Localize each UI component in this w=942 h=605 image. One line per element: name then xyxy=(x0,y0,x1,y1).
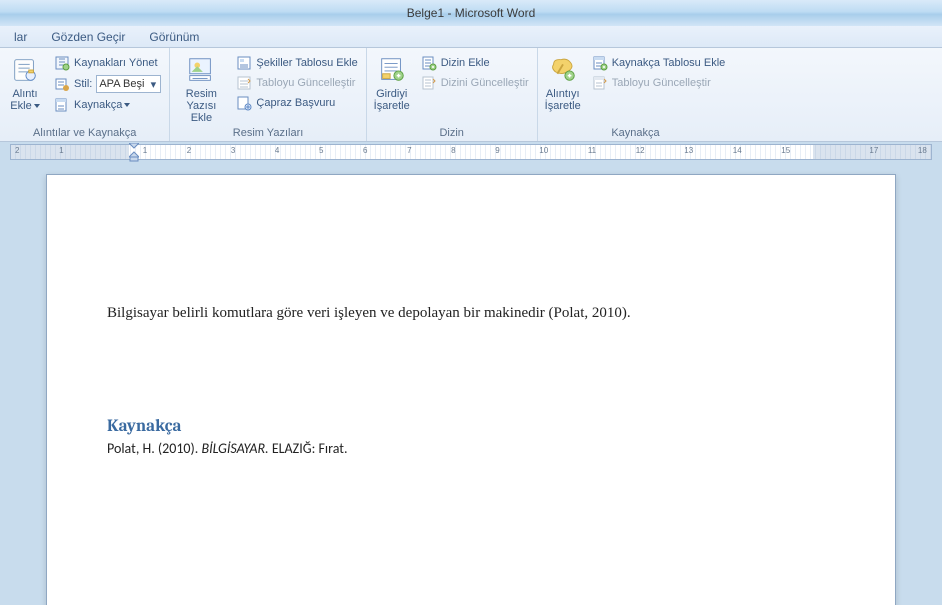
bib-author-year: Polat, H. (2010). xyxy=(107,440,201,457)
ruler-numbers: 2 1 1 2 3 4 5 6 7 8 9 10 11 12 13 14 15 … xyxy=(11,146,931,155)
insert-index-button[interactable]: Dizin Ekle xyxy=(417,54,533,72)
cross-reference-icon xyxy=(236,95,252,111)
ruler-num: 15 xyxy=(781,146,790,155)
ruler-num: 6 xyxy=(363,146,367,155)
ruler-num: 14 xyxy=(733,146,742,155)
manage-sources-button[interactable]: Kaynakları Yönet xyxy=(50,54,165,72)
update-toa-label: Tabloyu Güncelleştir xyxy=(612,77,711,89)
caption-icon xyxy=(185,54,217,86)
insert-citation-button[interactable]: Alıntı Ekle xyxy=(4,52,46,114)
citation-icon xyxy=(9,54,41,86)
dropdown-icon: ▾ xyxy=(148,78,158,91)
insert-caption-label: Resim Yazısı Ekle xyxy=(176,88,226,124)
document-page[interactable]: Bilgisayar belirli komutlara göre veri i… xyxy=(46,174,896,605)
mark-citation-button[interactable]: Alıntıyı İşaretle xyxy=(542,52,584,114)
ruler-num: 5 xyxy=(319,146,323,155)
manage-sources-icon xyxy=(54,55,70,71)
update-table-button: Tabloyu Güncelleştir xyxy=(232,74,361,92)
style-combobox[interactable]: APA Beşi ▾ xyxy=(96,75,161,93)
bibliography-icon xyxy=(54,97,70,113)
ruler-num: 9 xyxy=(495,146,499,155)
bib-title: BİLGİSAYAR. xyxy=(201,440,268,457)
update-table-label: Tabloyu Güncelleştir xyxy=(256,77,355,89)
tab-view[interactable]: Görünüm xyxy=(137,27,211,47)
ruler-num: 18 xyxy=(918,146,927,155)
insert-toa-button[interactable]: Kaynakça Tablosu Ekle xyxy=(588,54,730,72)
bibliography-heading[interactable]: Kaynakça xyxy=(107,417,835,436)
ruler-num: 1 xyxy=(143,146,147,155)
update-table-icon xyxy=(236,75,252,91)
insert-caption-button[interactable]: Resim Yazısı Ekle xyxy=(174,52,228,126)
ruler-num: 8 xyxy=(451,146,455,155)
insert-index-icon xyxy=(421,55,437,71)
update-index-button: Dizini Güncelleştir xyxy=(417,74,533,92)
tab-review[interactable]: Gözden Geçir xyxy=(39,27,137,47)
ruler-num: 12 xyxy=(636,146,645,155)
bibliography-button[interactable]: Kaynakça xyxy=(50,96,165,114)
ruler-num: 4 xyxy=(275,146,279,155)
update-toa-icon xyxy=(592,75,608,91)
mark-entry-icon xyxy=(376,54,408,86)
window-title: Belge1 - Microsoft Word xyxy=(407,6,536,20)
cross-reference-label: Çapraz Başvuru xyxy=(256,97,335,109)
insert-toa-label: Kaynakça Tablosu Ekle xyxy=(612,57,726,69)
document-workspace: Bilgisayar belirli komutlara göre veri i… xyxy=(0,164,942,605)
style-icon xyxy=(54,76,70,92)
manage-sources-label: Kaynakları Yönet xyxy=(74,57,158,69)
ruler-num: 7 xyxy=(407,146,411,155)
style-selector[interactable]: Stil: APA Beşi ▾ xyxy=(50,74,165,94)
insert-citation-label: Alıntı Ekle xyxy=(10,88,39,112)
horizontal-ruler[interactable]: 2 1 1 2 3 4 5 6 7 8 9 10 11 12 13 14 15 … xyxy=(10,144,932,160)
body-paragraph[interactable]: Bilgisayar belirli komutlara göre veri i… xyxy=(107,305,835,322)
ruler-num: 3 xyxy=(231,146,235,155)
ruler-container: 2 1 1 2 3 4 5 6 7 8 9 10 11 12 13 14 15 … xyxy=(0,142,942,164)
bibliography-label: Kaynakça xyxy=(74,99,130,111)
bibliography-entry[interactable]: Polat, H. (2010). BİLGİSAYAR. ELAZIĞ: Fı… xyxy=(107,440,835,457)
ruler-num: 10 xyxy=(539,146,548,155)
group-captions-label: Resim Yazıları xyxy=(174,127,361,141)
group-toa: Alıntıyı İşaretle Kaynakça Tablosu Ekle … xyxy=(538,48,734,141)
ruler-num: 11 xyxy=(588,146,596,155)
update-index-icon xyxy=(421,75,437,91)
ruler-num: 17 xyxy=(869,146,878,155)
mark-entry-label: Girdiyi İşaretle xyxy=(374,88,410,112)
update-index-label: Dizini Güncelleştir xyxy=(441,77,529,89)
cross-reference-button[interactable]: Çapraz Başvuru xyxy=(232,94,361,112)
mark-citation-label: Alıntıyı İşaretle xyxy=(545,88,581,112)
group-citations-label: Alıntılar ve Kaynakça xyxy=(4,127,165,141)
group-toa-label: Kaynakça xyxy=(542,127,730,141)
group-index: Girdiyi İşaretle Dizin Ekle Dizini Günce… xyxy=(367,48,538,141)
group-captions: Resim Yazısı Ekle Şekiller Tablosu Ekle … xyxy=(170,48,366,141)
title-bar: Belge1 - Microsoft Word xyxy=(0,0,942,26)
insert-toa-icon xyxy=(592,55,608,71)
style-label: Stil: xyxy=(74,78,92,90)
ruler-num: 2 xyxy=(187,146,191,155)
style-value: APA Beşi xyxy=(99,78,144,90)
mark-entry-button[interactable]: Girdiyi İşaretle xyxy=(371,52,413,114)
ruler-num: 1 xyxy=(59,146,63,155)
tab-truncated[interactable]: lar xyxy=(2,27,39,47)
ruler-num: 2 xyxy=(15,146,19,155)
ribbon: Alıntı Ekle Kaynakları Yönet Stil: APA B… xyxy=(0,48,942,142)
mark-citation-icon xyxy=(547,54,579,86)
insert-table-of-figures-label: Şekiller Tablosu Ekle xyxy=(256,57,357,69)
insert-index-label: Dizin Ekle xyxy=(441,57,490,69)
ribbon-tabs: lar Gözden Geçir Görünüm xyxy=(0,26,942,48)
bib-publisher: ELAZIĞ: Fırat. xyxy=(269,440,348,457)
table-of-figures-icon xyxy=(236,55,252,71)
insert-table-of-figures-button[interactable]: Şekiller Tablosu Ekle xyxy=(232,54,361,72)
group-index-label: Dizin xyxy=(371,127,533,141)
ruler-num: 13 xyxy=(684,146,693,155)
update-toa-button: Tabloyu Güncelleştir xyxy=(588,74,730,92)
group-citations: Alıntı Ekle Kaynakları Yönet Stil: APA B… xyxy=(0,48,170,141)
